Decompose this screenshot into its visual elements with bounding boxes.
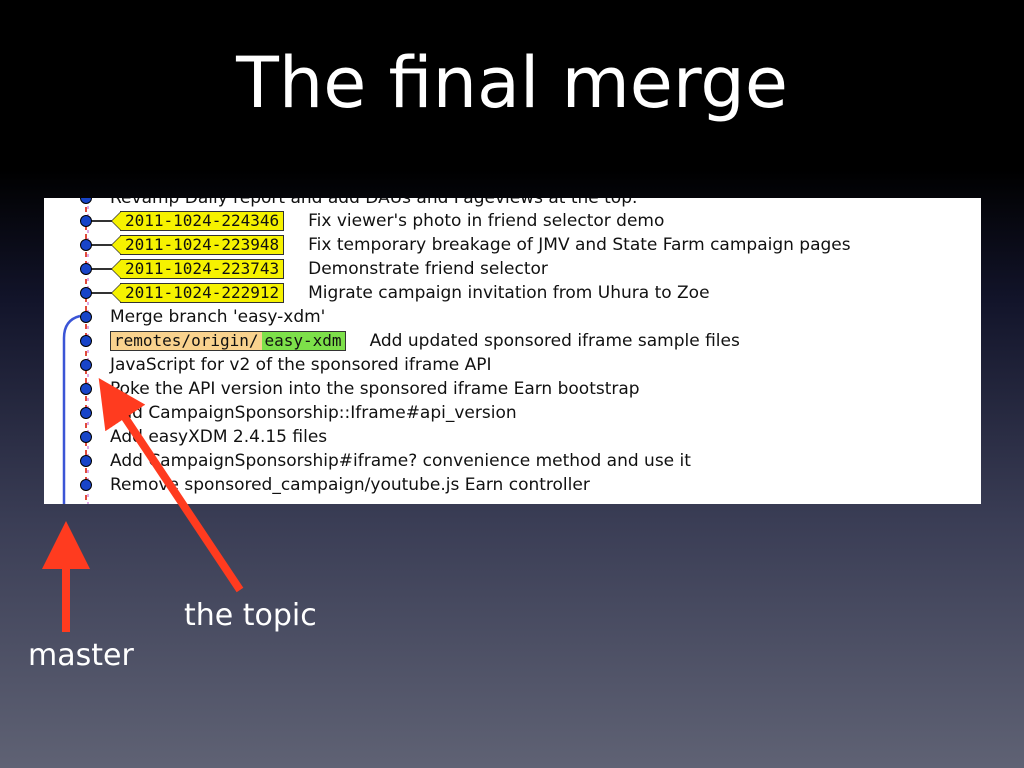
topic-label: the topic	[184, 598, 317, 633]
topic-arrow-icon	[98, 378, 244, 593]
annotation-arrows	[42, 378, 244, 632]
master-label: master	[28, 638, 134, 673]
